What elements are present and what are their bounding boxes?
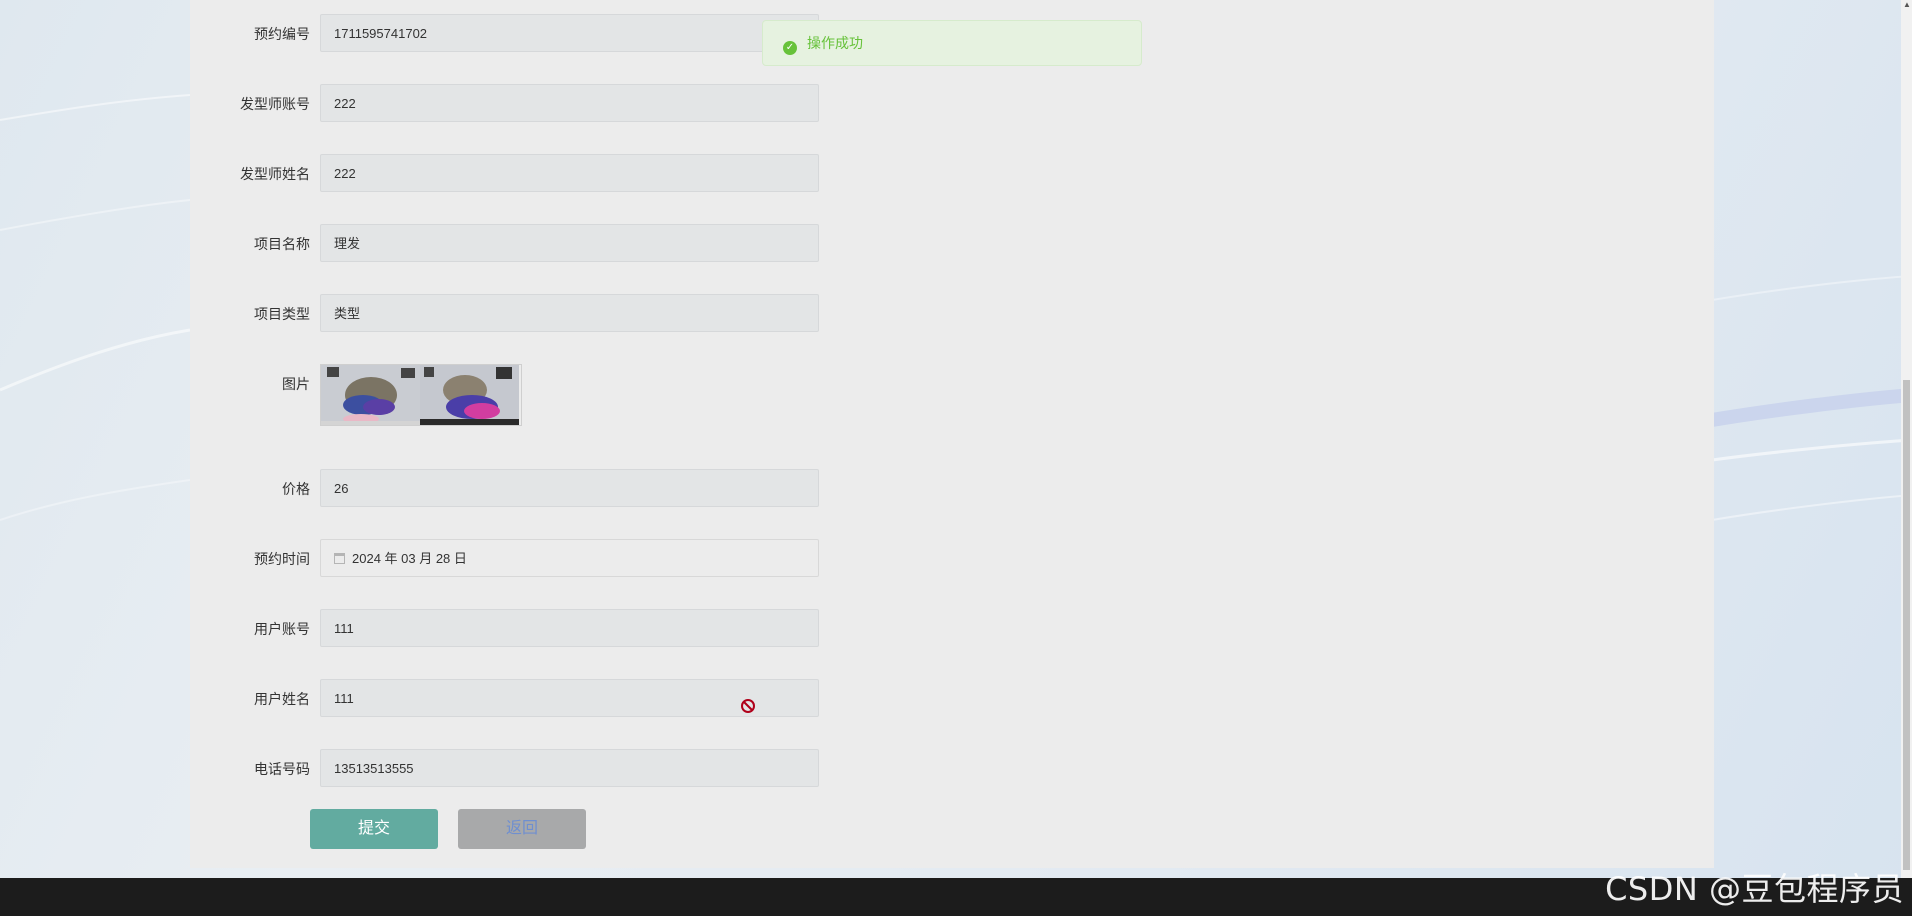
project-type-field[interactable]: 类型: [320, 294, 819, 332]
product-image-2[interactable]: [420, 365, 519, 425]
scroll-up-arrow-icon[interactable]: ▲: [1903, 1, 1911, 9]
form-panel: 预约编号 1711595741702 发型师账号 222 发型师姓名 222 项…: [190, 0, 1714, 868]
phone-field[interactable]: 13513513555: [320, 749, 819, 787]
scroll-thumb[interactable]: [1903, 380, 1910, 870]
submit-button[interactable]: 提交: [310, 809, 438, 849]
check-circle-icon: ✓: [783, 41, 797, 55]
stylist-account-field[interactable]: 222: [320, 84, 819, 122]
price-field[interactable]: 26: [320, 469, 819, 507]
stylist-name-label: 发型师姓名: [240, 166, 310, 182]
project-type-label: 项目类型: [254, 306, 310, 322]
image-gallery: [320, 364, 522, 426]
background-decoration-left: [0, 94, 190, 521]
project-name-label: 项目名称: [254, 236, 310, 252]
phone-label: 电话号码: [254, 761, 310, 777]
booking-id-label: 预约编号: [254, 26, 310, 42]
product-image-1[interactable]: [321, 365, 420, 425]
booking-id-field[interactable]: 1711595741702: [320, 14, 819, 52]
appointment-date-value: 2024 年 03 月 28 日: [352, 551, 467, 566]
background-decoration-right: [1712, 275, 1912, 521]
appointment-date-label: 预约时间: [254, 551, 310, 567]
appointment-date-field[interactable]: 2024 年 03 月 28 日: [320, 539, 819, 577]
not-allowed-cursor-icon: [741, 699, 755, 713]
user-account-label: 用户账号: [254, 621, 310, 637]
price-label: 价格: [282, 481, 310, 497]
toast-message: 操作成功: [807, 35, 863, 51]
stylist-account-label: 发型师账号: [240, 96, 310, 112]
user-account-field[interactable]: 111: [320, 609, 819, 647]
user-name-label: 用户姓名: [254, 691, 310, 707]
stylist-name-field[interactable]: 222: [320, 154, 819, 192]
page-scrollbar[interactable]: ▲: [1901, 0, 1912, 878]
calendar-icon: [334, 553, 345, 564]
form-actions: 提交 返回: [190, 809, 610, 849]
project-name-field[interactable]: 理发: [320, 224, 819, 262]
back-button[interactable]: 返回: [458, 809, 586, 849]
watermark: CSDN @豆包程序员: [1605, 870, 1904, 908]
image-label: 图片: [282, 376, 310, 392]
success-toast: ✓ 操作成功: [762, 20, 1142, 66]
